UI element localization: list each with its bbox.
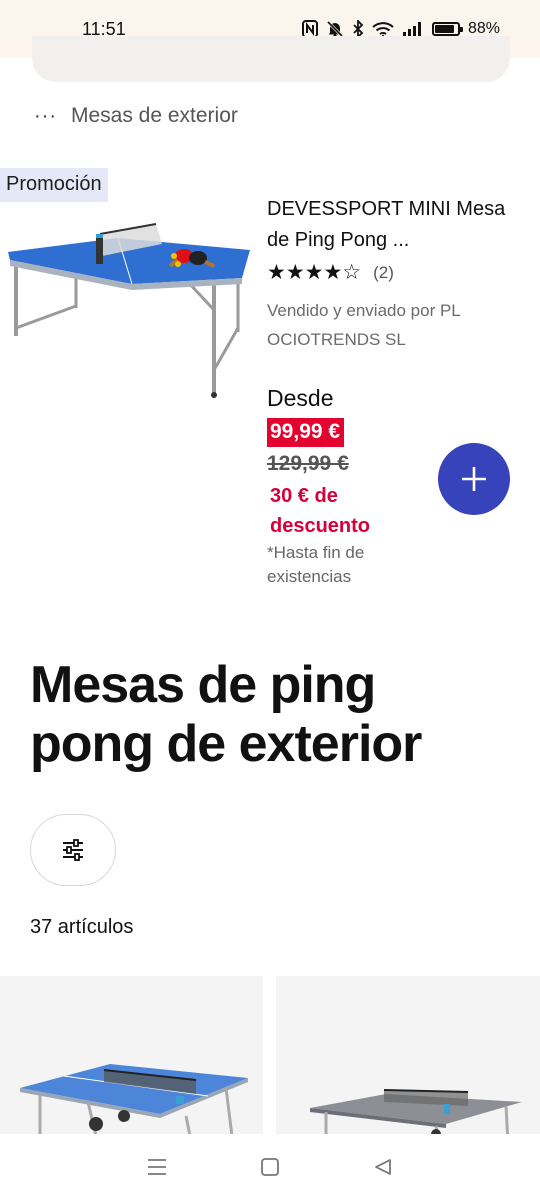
breadcrumb-link[interactable]: Mesas de exterior [71, 104, 238, 128]
filter-button[interactable] [30, 814, 116, 886]
page-title: Mesas de ping pong de exterior [30, 656, 422, 773]
product-image[interactable] [2, 220, 256, 400]
from-label: Desde [267, 385, 334, 411]
signal-icon [402, 21, 424, 37]
old-price: 129,99 € [267, 452, 349, 475]
seller-info: Vendido y enviado por PL OCIOTRENDS SL [267, 301, 461, 349]
sliders-icon [63, 839, 83, 861]
current-price: 99,99 € [267, 418, 345, 447]
breadcrumb-more-icon[interactable]: ··· [34, 105, 57, 128]
menu-icon[interactable] [137, 1147, 177, 1187]
system-nav-bar [0, 1134, 540, 1200]
back-triangle-icon[interactable] [363, 1147, 403, 1187]
product-rating: ★★★★☆ (2) [267, 260, 394, 285]
breadcrumb: ··· Mesas de exterior [34, 104, 238, 128]
product-card[interactable] [276, 976, 540, 1146]
rating-stars: ★★★★☆ [267, 261, 362, 284]
add-to-cart-button[interactable] [438, 443, 510, 515]
product-image [20, 1064, 248, 1137]
product-image [310, 1089, 522, 1145]
plus-icon [462, 467, 486, 491]
availability-note: *Hasta fin de existencias [267, 543, 365, 586]
discount-label: 30 € de descuento [270, 485, 371, 537]
product-title[interactable]: DEVESSPORT MINI Mesa de Ping Pong ... [267, 194, 517, 256]
review-count[interactable]: (2) [373, 263, 394, 283]
wifi-icon [372, 21, 394, 37]
article-count: 37 artículos [30, 916, 134, 938]
search-bar[interactable] [32, 36, 510, 82]
promo-badge: Promoción [0, 168, 108, 202]
home-square-icon[interactable] [250, 1147, 290, 1187]
product-card[interactable] [0, 976, 263, 1146]
battery-icon [431, 22, 463, 36]
